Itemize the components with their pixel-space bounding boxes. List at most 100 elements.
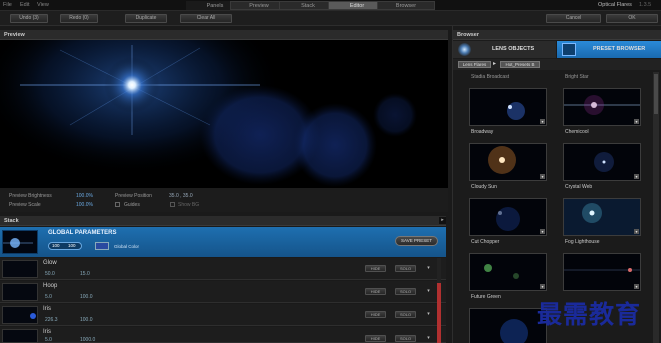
duplicate-button[interactable]: Duplicate: [125, 14, 167, 23]
row-param-2[interactable]: 100.0: [80, 294, 93, 300]
row-param-2[interactable]: 100.0: [80, 317, 93, 323]
preset-thumb-chemicool[interactable]: ▾: [563, 88, 641, 126]
lens-object-icon: [458, 43, 471, 56]
lens-flare-render: [0, 40, 448, 188]
show-bg-label: Show BG: [178, 202, 200, 208]
breadcrumb-separator-icon: ▸: [493, 61, 497, 67]
hide-button[interactable]: HIDE: [365, 311, 386, 318]
global-color-swatch[interactable]: [95, 242, 109, 250]
preset-menu-icon[interactable]: ▾: [540, 229, 545, 234]
solo-button[interactable]: SOLO: [395, 311, 416, 318]
preset-label: Chemicool: [565, 129, 589, 135]
preset-label: Cloudy Sun: [471, 184, 497, 190]
preset-thumb-cut-chopper[interactable]: ▾: [469, 198, 547, 236]
preset-thumb-fog-lighthouse[interactable]: ▾: [563, 198, 641, 236]
stack-row-iris[interactable]: Iris 226.3 100.0 HIDE SOLO ▾: [0, 304, 446, 326]
preset-thumb-9[interactable]: [469, 308, 547, 343]
row-name: Iris: [43, 329, 51, 335]
row-thumbnail: [2, 260, 38, 278]
browser-scrollbar[interactable]: [653, 72, 659, 343]
global-pill-b[interactable]: 100: [68, 243, 76, 248]
solo-button[interactable]: SOLO: [395, 288, 416, 295]
preset-label: Future Green: [471, 294, 501, 300]
preset-label: Fog Lighthouse: [565, 239, 600, 245]
solo-button[interactable]: SOLO: [395, 265, 416, 272]
tab-browser[interactable]: Browser: [377, 1, 435, 10]
row-param-2[interactable]: 15.0: [80, 271, 90, 277]
preset-menu-icon[interactable]: ▾: [540, 174, 545, 179]
tab-preset-browser-label: PRESET BROWSER: [593, 46, 646, 52]
row-param-1[interactable]: 5.0: [45, 294, 52, 300]
global-thumbnail: [2, 230, 38, 254]
chevron-down-icon[interactable]: ▾: [425, 311, 432, 318]
preset-menu-icon[interactable]: ▾: [540, 284, 545, 289]
chevron-down-icon[interactable]: ▾: [425, 335, 432, 342]
hide-button[interactable]: HIDE: [365, 335, 386, 342]
stack-menu-arrow-icon[interactable]: ▸: [439, 217, 446, 224]
preset-preview-icon: [496, 207, 520, 231]
row-param-1[interactable]: 5.0: [45, 337, 52, 343]
solo-button[interactable]: SOLO: [395, 335, 416, 342]
app-version: 1.3.5: [639, 2, 652, 8]
global-pill-a[interactable]: 100: [52, 243, 60, 248]
chevron-down-icon[interactable]: ▾: [425, 265, 432, 272]
stack-scroll-thumb[interactable]: [437, 283, 441, 343]
breadcrumb-lens-flares[interactable]: Lens Flares: [458, 61, 491, 68]
preset-preview-icon: [488, 146, 516, 174]
preview-position-value[interactable]: 35.0 , 35.0: [169, 193, 193, 199]
preset-menu-icon[interactable]: ▾: [634, 284, 639, 289]
preset-menu-icon[interactable]: ▾: [634, 174, 639, 179]
preset-thumb-future-green[interactable]: ▾: [469, 253, 547, 291]
clear-all-button[interactable]: Clear All: [180, 14, 232, 23]
preset-menu-icon[interactable]: ▾: [634, 119, 639, 124]
row-param-1[interactable]: 226.3: [45, 317, 58, 323]
stack-scrollbar[interactable]: [437, 258, 441, 343]
global-parameters-title: GLOBAL PARAMETERS: [48, 230, 117, 236]
preset-preview-icon: [507, 102, 525, 120]
undo-button[interactable]: Undo (3): [10, 14, 48, 23]
redo-button[interactable]: Redo (0): [60, 14, 98, 23]
preset-menu-icon[interactable]: ▾: [634, 229, 639, 234]
preview-scale-value[interactable]: 100.0%: [76, 202, 93, 208]
hide-button[interactable]: HIDE: [365, 288, 386, 295]
global-parameters-row[interactable]: GLOBAL PARAMETERS 100 100 Global Color S…: [0, 227, 446, 257]
save-preset-button[interactable]: SAVE PRESET: [395, 236, 438, 246]
preset-thumb-cloudy-sun[interactable]: ▾: [469, 143, 547, 181]
preset-preview-icon: [484, 264, 519, 279]
menu-edit[interactable]: Edit: [20, 2, 29, 8]
row-thumbnail: [2, 329, 38, 343]
preview-brightness-value[interactable]: 100.0%: [76, 193, 93, 199]
preset-thumb-8[interactable]: ▾: [563, 253, 641, 291]
stack-row-glow[interactable]: Glow 50.0 15.0 HIDE SOLO ▾: [0, 258, 446, 280]
preview-header: Preview: [0, 30, 448, 40]
stack-row-iris-2[interactable]: Iris 5.0 1000.0 HIDE SOLO ▾: [0, 327, 446, 343]
browser-scroll-thumb[interactable]: [654, 74, 658, 114]
preset-preview-icon: [500, 319, 528, 343]
menu-bar: File Edit View Panels Preview Stack Edit…: [0, 0, 661, 11]
row-thumbnail: [2, 306, 38, 324]
preview-brightness-label: Preview Brightness: [9, 193, 52, 199]
breadcrumb-hot-presets[interactable]: Hot_Presets B: [500, 61, 540, 68]
row-name: Iris: [43, 306, 51, 312]
row-param-1[interactable]: 50.0: [45, 271, 55, 277]
stack-row-hoop[interactable]: Hoop 5.0 100.0 HIDE SOLO ▾: [0, 281, 446, 303]
preset-thumb-crystal-web[interactable]: ▾: [563, 143, 641, 181]
show-bg-checkbox[interactable]: [170, 202, 175, 207]
preset-preview-icon: [594, 152, 614, 172]
hide-button[interactable]: HIDE: [365, 265, 386, 272]
chevron-down-icon[interactable]: ▾: [425, 288, 432, 295]
menu-view[interactable]: View: [37, 2, 49, 8]
row-name: Hoop: [43, 283, 58, 289]
row-param-2[interactable]: 1000.0: [80, 337, 95, 343]
global-color-label: Global Color: [114, 244, 140, 249]
menu-file[interactable]: File: [3, 2, 12, 8]
app-title: Optical Flares: [598, 2, 632, 8]
row-thumbnail: [2, 283, 38, 301]
preset-menu-icon[interactable]: ▾: [540, 119, 545, 124]
cancel-button[interactable]: Cancel: [546, 14, 601, 23]
preview-viewport[interactable]: [0, 40, 448, 188]
ok-button[interactable]: OK: [606, 14, 658, 23]
guides-checkbox[interactable]: [115, 202, 120, 207]
preset-preview-icon: [564, 268, 640, 272]
preset-thumb-broadway[interactable]: ▾: [469, 88, 547, 126]
